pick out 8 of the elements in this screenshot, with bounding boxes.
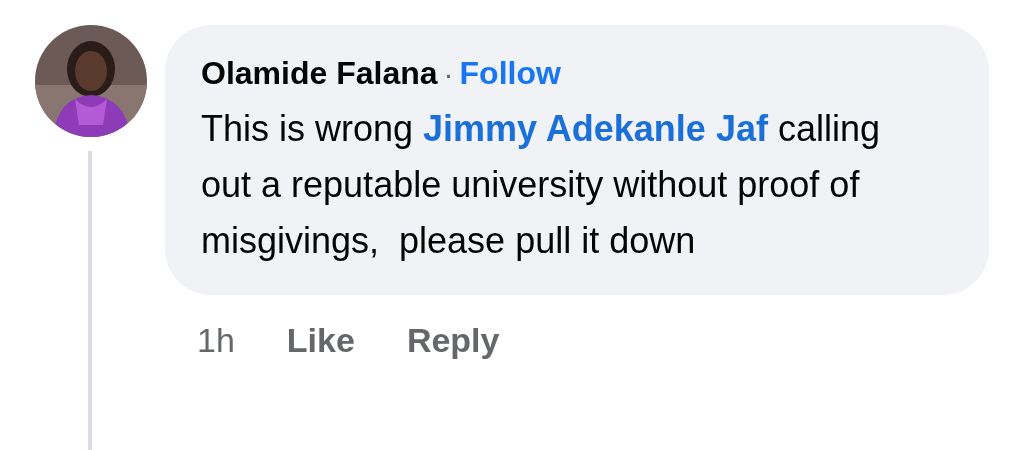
follow-link[interactable]: Follow <box>459 49 561 97</box>
reply-link[interactable]: Reply <box>406 315 500 366</box>
like-link[interactable]: Like <box>286 315 355 366</box>
comment-text: This is wrong Jimmy Adekanle Jaf calling out a reputable university without proof of misgivings, please pull it down <box>201 107 881 263</box>
separator-dot: · <box>443 56 454 92</box>
author-name[interactable]: Olamide Falana <box>201 49 438 97</box>
mention-link[interactable]: Jimmy Adekanle Jaf <box>423 108 768 149</box>
timestamp: 1h <box>197 320 235 361</box>
